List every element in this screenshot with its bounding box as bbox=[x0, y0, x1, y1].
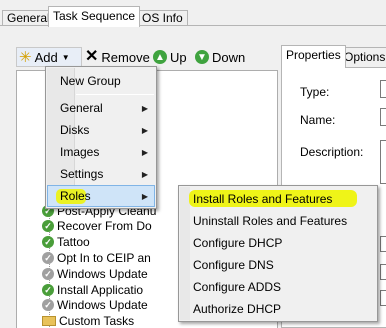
submenu-item-label: Configure DNS bbox=[193, 258, 274, 272]
menu-item-images[interactable]: Images ▶ bbox=[48, 141, 154, 163]
arrow-up-icon: ▲ bbox=[153, 50, 167, 64]
check-icon: ✓ bbox=[42, 220, 54, 232]
tree-item[interactable]: ✓ Tattoo bbox=[42, 235, 90, 249]
submenu-item-label: Uninstall Roles and Features bbox=[193, 214, 348, 228]
disabled-icon: ✓ bbox=[42, 268, 54, 280]
tab-properties[interactable]: Properties bbox=[281, 45, 346, 68]
tree-item[interactable]: ✓ Opt In to CEIP an bbox=[42, 251, 151, 265]
submenu-item-label: Install Roles and Features bbox=[193, 192, 333, 206]
property-field-partial[interactable] bbox=[380, 236, 386, 252]
dropdown-arrow-icon: ▼ bbox=[61, 52, 70, 62]
check-icon: ✓ bbox=[42, 284, 54, 296]
folder-icon bbox=[42, 316, 56, 326]
tab-general[interactable]: General bbox=[2, 10, 55, 26]
tree-item[interactable]: ✓ Windows Update bbox=[42, 267, 148, 281]
submenu-arrow-icon: ▶ bbox=[141, 147, 148, 157]
tree-item-label: Custom Tasks bbox=[59, 314, 135, 328]
type-field bbox=[380, 80, 386, 98]
menu-item-label: Disks bbox=[60, 123, 90, 137]
add-menu: New Group General ▶ Disks ▶ Images ▶ Set… bbox=[45, 66, 157, 209]
tab-options[interactable]: Options bbox=[339, 47, 386, 67]
menu-separator bbox=[76, 94, 154, 95]
submenu-item-label: Configure ADDS bbox=[193, 280, 282, 294]
down-button-label: Down bbox=[212, 49, 246, 65]
tab-task-sequence[interactable]: Task Sequence bbox=[48, 6, 141, 27]
name-label: Name: bbox=[300, 113, 336, 127]
menu-item-settings[interactable]: Settings ▶ bbox=[48, 163, 154, 185]
tree-item-label: Install Applicatio bbox=[57, 283, 144, 297]
description-field[interactable] bbox=[380, 140, 386, 184]
add-star-icon: ✳ bbox=[19, 48, 32, 66]
menu-item-label: General bbox=[60, 101, 103, 115]
submenu-item-label: Authorize DHCP bbox=[193, 302, 282, 316]
add-button[interactable]: ✳ Add ▼ bbox=[16, 47, 82, 67]
property-field-partial[interactable] bbox=[380, 290, 386, 306]
tree-item-label: Opt In to CEIP an bbox=[57, 251, 151, 265]
submenu-item-configure-dns[interactable]: Configure DNS bbox=[189, 254, 375, 276]
check-icon: ✓ bbox=[42, 236, 54, 248]
submenu-item-label: Configure DHCP bbox=[193, 236, 283, 250]
name-field[interactable] bbox=[380, 108, 386, 126]
roles-submenu: Install Roles and Features Uninstall Rol… bbox=[178, 185, 378, 322]
up-button-label: Up bbox=[170, 49, 187, 65]
arrow-down-icon: ▼ bbox=[195, 50, 209, 64]
submenu-item-configure-dhcp[interactable]: Configure DHCP bbox=[189, 232, 375, 254]
menu-item-new-group[interactable]: New Group bbox=[48, 70, 154, 92]
type-label: Type: bbox=[300, 85, 330, 99]
tree-item[interactable]: ✓ Windows Update bbox=[42, 298, 148, 312]
tree-item-label: Windows Update bbox=[57, 298, 148, 312]
down-button[interactable]: ▼ Down bbox=[195, 47, 245, 67]
tree-item-label: Windows Update bbox=[57, 267, 148, 281]
submenu-item-configure-adds[interactable]: Configure ADDS bbox=[189, 276, 375, 298]
tab-task-sequence-label: Task Sequence bbox=[53, 9, 136, 23]
submenu-arrow-icon: ▶ bbox=[141, 103, 148, 113]
submenu-arrow-icon: ▶ bbox=[141, 191, 148, 201]
menu-item-label: Settings bbox=[60, 167, 104, 181]
tab-os-info[interactable]: OS Info bbox=[137, 10, 188, 26]
disabled-icon: ✓ bbox=[42, 299, 54, 311]
submenu-item-install-roles[interactable]: Install Roles and Features bbox=[189, 188, 375, 210]
tree-item[interactable]: ✓ Install Applicatio bbox=[42, 283, 143, 297]
submenu-item-authorize-dhcp[interactable]: Authorize DHCP bbox=[189, 298, 375, 320]
description-label: Description: bbox=[300, 145, 364, 159]
tree-item[interactable]: ✓ Recover From Do bbox=[42, 219, 152, 233]
menu-item-roles[interactable]: Roles ▶ bbox=[47, 185, 155, 207]
tab-properties-label: Properties bbox=[286, 48, 341, 62]
tree-item[interactable]: Custom Tasks bbox=[42, 314, 134, 328]
disabled-icon: ✓ bbox=[42, 252, 54, 264]
remove-button[interactable]: ✕ Remove bbox=[85, 47, 150, 67]
remove-x-icon: ✕ bbox=[85, 48, 99, 65]
submenu-arrow-icon: ▶ bbox=[141, 169, 148, 179]
remove-button-label: Remove bbox=[101, 49, 150, 65]
menu-item-general[interactable]: General ▶ bbox=[48, 97, 154, 119]
add-button-label: Add bbox=[34, 49, 58, 65]
submenu-arrow-icon: ▶ bbox=[141, 125, 148, 135]
property-field-partial[interactable] bbox=[380, 264, 386, 280]
tab-os-info-label: OS Info bbox=[142, 11, 183, 25]
tab-general-label: General bbox=[7, 11, 50, 25]
menu-item-disks[interactable]: Disks ▶ bbox=[48, 119, 154, 141]
tab-options-label: Options bbox=[344, 50, 386, 64]
submenu-item-uninstall-roles[interactable]: Uninstall Roles and Features bbox=[189, 210, 375, 232]
main-tab-bar: General Task Sequence OS Info bbox=[0, 0, 386, 27]
menu-item-label: Images bbox=[60, 145, 100, 159]
tree-item-label: Tattoo bbox=[57, 235, 90, 249]
menu-item-label: Roles bbox=[60, 189, 91, 203]
tree-item-label: Recover From Do bbox=[57, 219, 152, 233]
properties-tab-bar: Properties Options bbox=[281, 45, 386, 68]
up-button[interactable]: ▲ Up bbox=[153, 47, 187, 67]
menu-item-label: New Group bbox=[60, 74, 121, 88]
